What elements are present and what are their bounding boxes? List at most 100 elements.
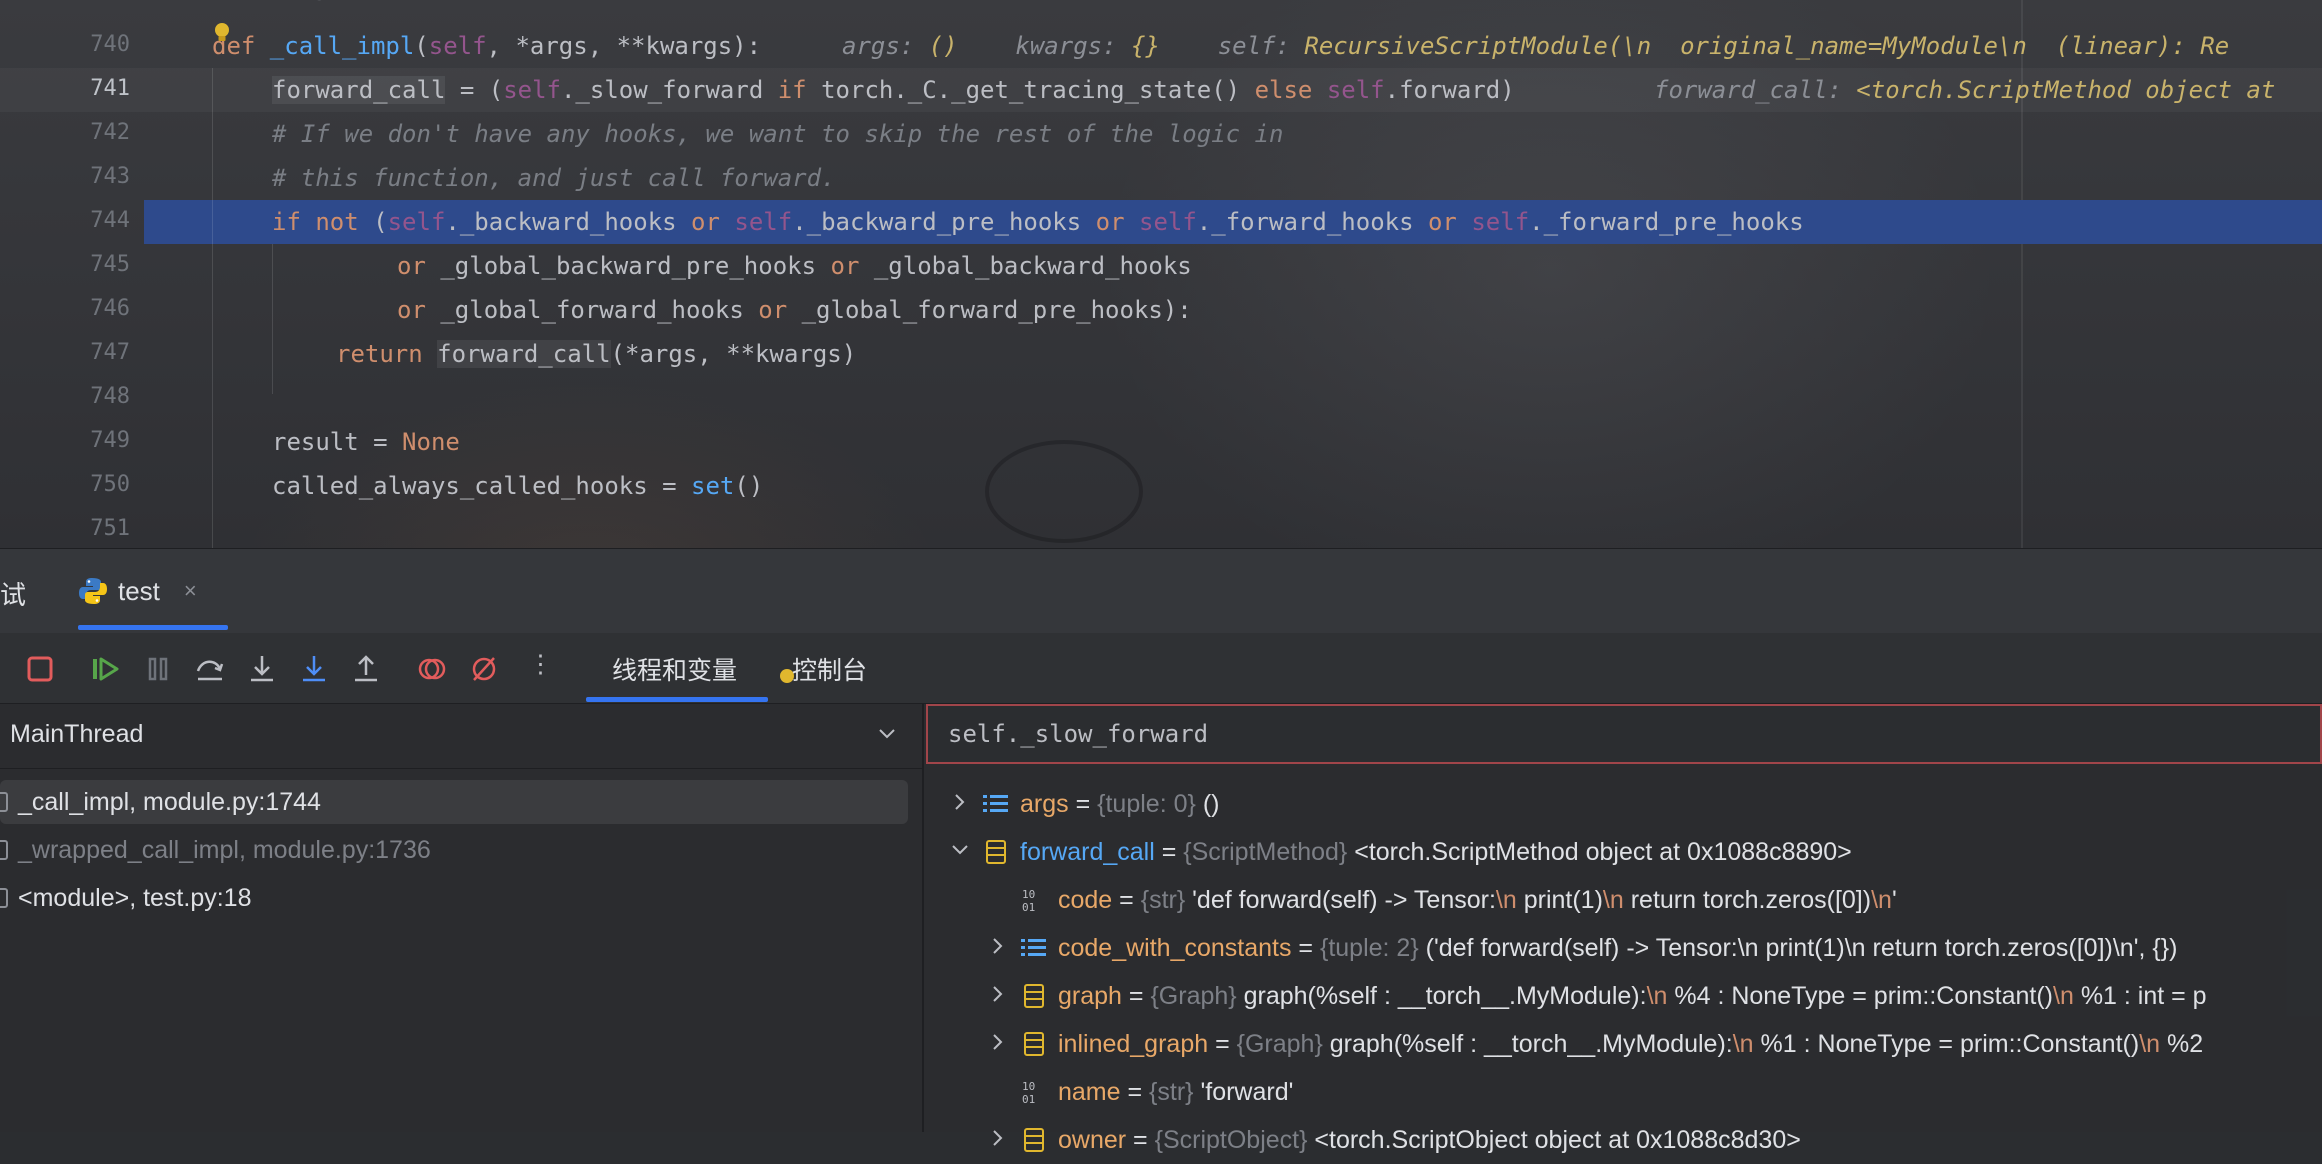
variable-text: graph = {Graph} graph(%self : __torch__.…: [1058, 982, 2207, 1010]
variable-value: <torch.ScriptMethod object at 0x1088c889…: [1354, 838, 1852, 866]
code-line[interactable]: 749 result = None: [0, 420, 2322, 464]
list-icon: [983, 795, 1008, 812]
variable-type: {ScriptObject}: [1154, 1126, 1308, 1154]
tab-test-label: test: [118, 575, 160, 606]
line-number[interactable]: 748: [46, 384, 130, 409]
line-number[interactable]: 743: [46, 164, 130, 189]
variable-text: name = {str} 'forward': [1058, 1078, 1294, 1106]
code-line[interactable]: 751: [0, 508, 2322, 548]
frame-icon: [0, 792, 8, 812]
line-number[interactable]: 749: [46, 428, 130, 453]
variable-row[interactable]: graph = {Graph} graph(%self : __torch__.…: [924, 974, 2322, 1020]
line-number[interactable]: 740: [46, 32, 130, 57]
list-icon: [1021, 939, 1046, 956]
variable-text: inlined_graph = {Graph} graph(%self : __…: [1058, 1030, 2204, 1058]
variable-name: code: [1058, 886, 1113, 914]
field-icon: [1024, 1032, 1044, 1056]
line-number[interactable]: 746: [46, 296, 130, 321]
code-text: called_always_called_hooks = set(): [272, 472, 764, 500]
svg-text:01: 01: [1022, 901, 1035, 914]
chevron-down-icon[interactable]: [950, 840, 970, 860]
chevron-right-icon[interactable]: [988, 984, 1008, 1004]
debug-tab-label[interactable]: 试: [0, 575, 26, 612]
chevron-right-icon[interactable]: [950, 792, 970, 812]
frames-panel: MainThread _call_impl, module.py:1744 _wr…: [0, 704, 924, 1132]
tab-console[interactable]: 控制台: [792, 651, 867, 687]
variable-row[interactable]: code_with_constants = {tuple: 2} ('def f…: [924, 926, 2322, 972]
variable-value: 'def forward(self) -> Tensor:\n print(1)…: [1192, 886, 1897, 914]
thread-name: MainThread: [10, 720, 144, 748]
code-line[interactable]: 750 called_always_called_hooks = set(): [0, 464, 2322, 508]
svg-text:10: 10: [1022, 1080, 1035, 1093]
variable-row[interactable]: 10 01 name = {str} 'forward': [924, 1070, 2322, 1116]
variable-row[interactable]: 10 01 code = {str} 'def forward(self) -> T…: [924, 878, 2322, 924]
step-into-icon[interactable]: [246, 653, 278, 685]
debug-tool-window-tabs: 试 test ×: [0, 548, 2322, 634]
variable-name: code_with_constants: [1058, 934, 1292, 962]
variable-value: graph(%self : __torch__.MyModule):\n %1 …: [1329, 1030, 2204, 1058]
code-line[interactable]: 744 if not (self._backward_hooks or self.…: [90, 200, 2322, 244]
pause-icon[interactable]: [142, 653, 174, 685]
variable-row[interactable]: owner = {ScriptObject} <torch.ScriptObje…: [924, 1118, 2322, 1164]
tab-test[interactable]: test ×: [78, 571, 197, 611]
stop-icon[interactable]: [24, 653, 56, 685]
mute-breakpoints-icon[interactable]: [468, 653, 500, 685]
variable-row[interactable]: args = {tuple: 0} (): [924, 782, 2322, 828]
chevron-right-icon[interactable]: [988, 936, 1008, 956]
evaluate-expression-input[interactable]: self._slow_forward: [926, 704, 2322, 764]
chevron-right-icon[interactable]: [988, 1128, 1008, 1148]
line-number[interactable]: 747: [46, 340, 130, 365]
variable-value: (): [1202, 790, 1220, 818]
view-breakpoints-icon[interactable]: [416, 653, 448, 685]
code-line[interactable]: 742 # If we don't have any hooks, we want…: [0, 112, 2322, 156]
code-editor[interactable]: # fmt: off 740 def _call_impl(self, *args,…: [0, 0, 2322, 548]
step-into-my-code-icon[interactable]: [298, 653, 330, 685]
stack-frame[interactable]: _wrapped_call_impl, module.py:1736: [0, 828, 908, 872]
chevron-down-icon[interactable]: [876, 722, 898, 744]
resume-icon[interactable]: [90, 653, 122, 685]
tab-threads-variables[interactable]: 线程和变量: [612, 651, 737, 687]
svg-text:01: 01: [1022, 1093, 1035, 1106]
frame-icon: [0, 888, 8, 908]
code-line[interactable]: # fmt: off: [0, 0, 2322, 14]
code-text: # If we don't have any hooks, we want to…: [272, 120, 1284, 148]
python-icon: [79, 578, 107, 604]
variable-name: graph: [1058, 982, 1122, 1010]
indent-guide: [272, 244, 273, 394]
line-number[interactable]: 744: [46, 208, 130, 233]
code-line[interactable]: 748: [0, 376, 2322, 420]
line-number[interactable]: 750: [46, 472, 130, 497]
more-options-icon[interactable]: ⋮: [528, 649, 553, 679]
code-line[interactable]: 746 or _global_forward_hooks or _global_f…: [0, 288, 2322, 332]
variable-text: args = {tuple: 0} (): [1020, 790, 1220, 818]
variable-row[interactable]: inlined_graph = {Graph} graph(%self : __…: [924, 1022, 2322, 1068]
variable-value: ('def forward(self) -> Tensor:\n print(1…: [1425, 934, 2178, 962]
lightbulb-icon[interactable]: [212, 22, 232, 44]
step-over-icon[interactable]: [194, 653, 226, 685]
code-line[interactable]: 745 or _global_backward_pre_hooks or _glo…: [0, 244, 2322, 288]
step-out-icon[interactable]: [350, 653, 382, 685]
code-text: result = None: [272, 428, 460, 456]
code-text: forward_call = (self._slow_forward if to…: [272, 76, 1515, 104]
variable-text: code = {str} 'def forward(self) -> Tenso…: [1058, 886, 1897, 914]
inline-debug-hint: args: () kwargs: {} self: RecursiveScrip…: [842, 32, 2230, 60]
stack-frame[interactable]: _call_impl, module.py:1744: [0, 780, 908, 824]
variable-text: owner = {ScriptObject} <torch.ScriptObje…: [1058, 1126, 1801, 1154]
close-tab-icon[interactable]: ×: [184, 578, 197, 604]
code-text: def _call_impl(self, *args, **kwargs):: [212, 32, 762, 60]
thread-selector[interactable]: MainThread: [0, 704, 922, 769]
line-number[interactable]: 741: [46, 76, 130, 101]
stack-frame[interactable]: <module>, test.py:18: [0, 876, 908, 920]
line-number[interactable]: 742: [46, 120, 130, 145]
line-number[interactable]: 751: [46, 516, 130, 541]
code-line[interactable]: 743 # this function, and just call forwar…: [0, 156, 2322, 200]
chevron-right-icon[interactable]: [988, 1032, 1008, 1052]
variable-value: 'forward': [1200, 1078, 1294, 1106]
variable-value: <torch.ScriptObject object at 0x1088c8d3…: [1314, 1126, 1801, 1154]
debug-toolbar: ⋮ 线程和变量 控制台: [0, 633, 2322, 704]
variable-text: code_with_constants = {tuple: 2} ('def f…: [1058, 934, 2178, 962]
variable-row[interactable]: forward_call = {ScriptMethod} <torch.Scr…: [924, 830, 2322, 876]
line-number[interactable]: 745: [46, 252, 130, 277]
variable-type: {Graph}: [1236, 1030, 1323, 1058]
code-line[interactable]: 747 return forward_call(*args, **kwargs): [0, 332, 2322, 376]
